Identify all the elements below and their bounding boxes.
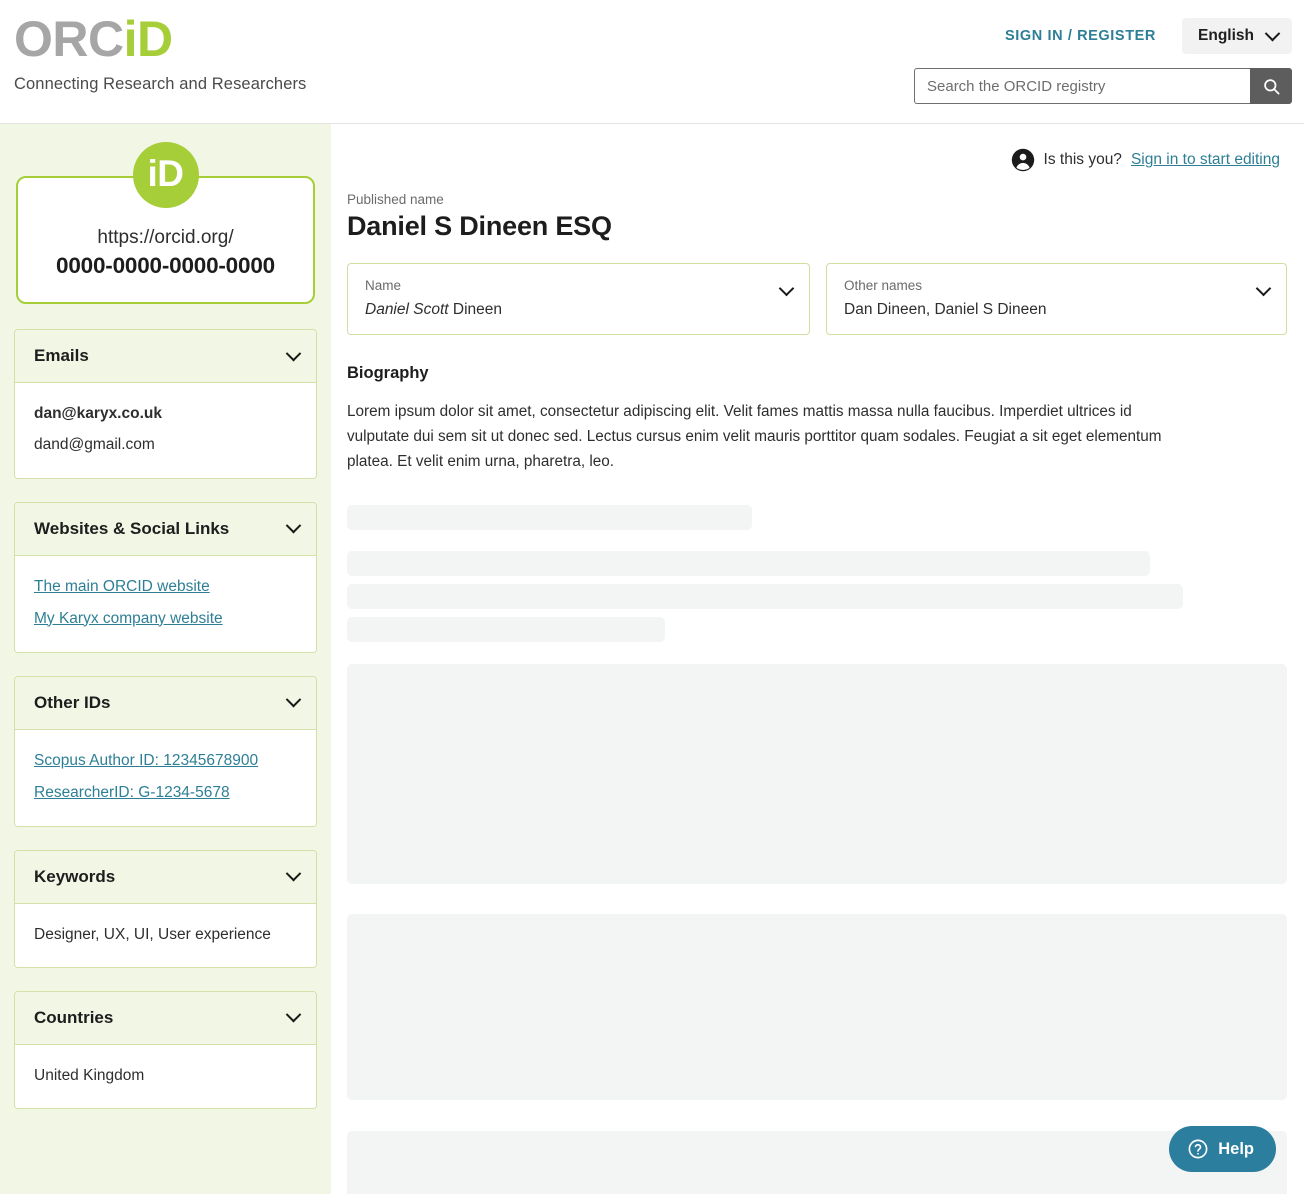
sidebar-section-title: Keywords (34, 866, 116, 886)
biography-title: Biography (347, 364, 429, 383)
orcid-logo[interactable]: ORCiD Connecting Research and Researcher… (14, 14, 306, 94)
logo-orc-text: ORC (14, 11, 124, 67)
name-card[interactable]: Name Daniel Scott Dineen (347, 263, 810, 336)
sidebar-section-emails: Emails dan@karyx.co.uk dand@gmail.com (14, 329, 317, 479)
chevron-down-icon (285, 345, 302, 361)
skeleton-block (347, 1130, 1287, 1194)
sidebar-section-title: Websites & Social Links (34, 518, 230, 538)
search-icon (1263, 78, 1279, 94)
is-this-you-text: Is this you? (1043, 151, 1122, 168)
chevron-down-icon (285, 1007, 302, 1023)
registry-search (914, 68, 1292, 104)
country-value: United Kingdom (34, 1066, 145, 1084)
skeleton-block (347, 913, 1287, 1100)
sign-in-to-edit-link[interactable]: Sign in to start editing (1131, 151, 1280, 169)
sign-in-register-link[interactable]: SIGN IN / REGISTER (1005, 28, 1182, 44)
sidebar-section-body-keywords: Designer, UX, UI, User experience (15, 903, 316, 967)
published-name-label: Published name (347, 192, 444, 207)
page-title: Daniel S Dineen ESQ (347, 211, 612, 241)
orcid-id-card: iD https://orcid.org/ 0000-0000-0000-000… (14, 124, 317, 306)
chevron-down-icon (285, 691, 302, 708)
website-link[interactable]: The main ORCID website (34, 571, 297, 603)
other-names-value: Dan Dineen, Daniel S Dineen (844, 300, 1047, 318)
website-link[interactable]: My Karyx company website (34, 603, 297, 635)
chevron-down-icon (285, 517, 302, 534)
sidebar-section-body-countries: United Kingdom (15, 1044, 316, 1109)
person-circle-icon (1011, 148, 1034, 172)
skeleton-bar (347, 583, 1183, 609)
chevron-down-icon (1264, 25, 1281, 41)
other-id-link[interactable]: Scopus Author ID: 12345678900 (34, 745, 297, 777)
search-input[interactable] (914, 68, 1250, 104)
email-secondary: dand@gmail.com (34, 436, 155, 454)
sidebar-section-countries: Countries United Kingdom (14, 990, 317, 1110)
logo-tagline: Connecting Research and Researchers (14, 75, 307, 93)
orcid-id-badge-text: iD (147, 153, 185, 194)
help-button-label: Help (1218, 1139, 1254, 1158)
page-body: iD https://orcid.org/ 0000-0000-0000-000… (0, 124, 1304, 1194)
skeleton-bar (347, 550, 1150, 576)
sidebar-section-header-emails[interactable]: Emails (15, 330, 316, 383)
sidebar-section-body-emails: dan@karyx.co.uk dand@gmail.com (15, 383, 316, 478)
sidebar-section-body-websites: The main ORCID website My Karyx company … (15, 555, 316, 652)
profile-sidebar: iD https://orcid.org/ 0000-0000-0000-000… (0, 124, 331, 1194)
sidebar-section-other-ids: Other IDs Scopus Author ID: 12345678900 … (14, 675, 317, 827)
sidebar-section-header-keywords[interactable]: Keywords (15, 850, 316, 904)
sidebar-section-header-other-ids[interactable]: Other IDs (15, 676, 316, 730)
profile-main: Is this you? Sign in to start editing Pu… (331, 124, 1304, 1194)
orcid-id-url: https://orcid.org/ (97, 227, 234, 249)
sidebar-section-body-other-ids: Scopus Author ID: 12345678900 Researcher… (15, 729, 316, 826)
sidebar-section-keywords: Keywords Designer, UX, UI, User experien… (14, 849, 317, 968)
site-header: ORCiD Connecting Research and Researcher… (0, 0, 1304, 124)
name-family: Dineen (448, 300, 503, 318)
search-button[interactable] (1250, 68, 1292, 104)
skeleton-bar (347, 616, 665, 642)
orcid-id-number: 0000-0000-0000-0000 (56, 252, 275, 278)
question-circle-icon (1188, 1139, 1208, 1159)
header-actions: SIGN IN / REGISTER English (1005, 18, 1292, 54)
language-select-value: English (1198, 27, 1254, 44)
name-card-value: Daniel Scott Dineen (365, 299, 793, 321)
name-given: Daniel Scott (365, 300, 449, 318)
skeleton-bar (347, 504, 752, 530)
is-this-you-bar: Is this you? Sign in to start editing (343, 124, 1282, 172)
sidebar-section-header-countries[interactable]: Countries (15, 991, 316, 1045)
sidebar-section-title: Countries (34, 1007, 114, 1027)
sidebar-section-title: Other IDs (34, 692, 111, 712)
email-primary: dan@karyx.co.uk (34, 405, 162, 422)
logo-id-text: iD (123, 11, 174, 67)
skeleton-block (347, 663, 1287, 884)
help-button[interactable]: Help (1169, 1126, 1276, 1172)
name-card-label: Name (365, 278, 402, 294)
sidebar-section-title: Emails (34, 346, 89, 365)
sidebar-section-websites: Websites & Social Links The main ORCID w… (14, 501, 317, 653)
other-names-label: Other names (844, 278, 923, 294)
keywords-value: Designer, UX, UI, User experience (34, 925, 271, 943)
other-id-link[interactable]: ResearcherID: G-1234-5678 (34, 777, 297, 809)
name-cards: Name Daniel Scott Dineen Other names Dan… (343, 263, 1287, 336)
chevron-down-icon (285, 865, 302, 882)
loading-placeholders (343, 504, 1287, 1194)
language-select[interactable]: English (1182, 18, 1292, 54)
orcid-id-badge-icon: iD (132, 142, 199, 208)
other-names-card[interactable]: Other names Dan Dineen, Daniel S Dineen (826, 263, 1287, 336)
logo-wordmark: ORCiD (14, 14, 306, 64)
biography-text: Lorem ipsum dolor sit amet, consectetur … (347, 403, 1162, 470)
sidebar-section-header-websites[interactable]: Websites & Social Links (15, 502, 316, 556)
